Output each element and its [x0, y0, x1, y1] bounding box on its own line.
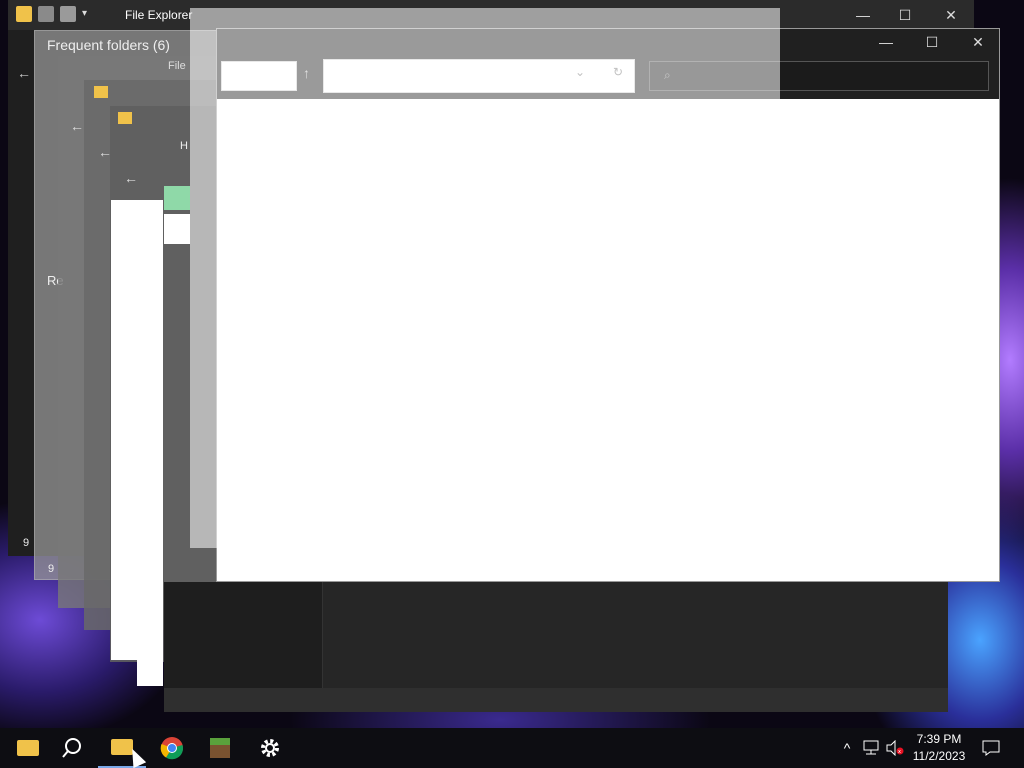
back-arrow-icon[interactable]: ←	[17, 65, 35, 83]
maximize-button[interactable]: ☐	[882, 0, 928, 30]
navigation-pane[interactable]	[164, 582, 323, 688]
ghost-content-pane	[137, 660, 163, 686]
close-button[interactable]: ✕	[955, 27, 1001, 57]
address-snippet: File	[168, 60, 186, 72]
taskbar: ^ x 7:39 PM 11/2/2023	[0, 728, 1024, 768]
taskbar-clock[interactable]: 7:39 PM 11/2/2023	[905, 731, 973, 765]
minimize-button[interactable]: —	[863, 27, 909, 57]
maximize-button[interactable]: ☐	[909, 27, 955, 57]
explorer-lower-pane	[164, 582, 948, 712]
folder-icon	[94, 86, 108, 98]
header-snippet: H	[180, 140, 188, 152]
taskbar-file-explorer-pinned[interactable]	[4, 728, 52, 768]
document-icon[interactable]	[60, 6, 76, 22]
network-icon[interactable]	[860, 728, 882, 768]
dropdown-icon[interactable]: ▾	[82, 6, 92, 22]
ghost-content-pane	[164, 214, 190, 244]
quick-access-toolbar: ▾	[16, 6, 92, 22]
section-heading: Frequent folders (6)	[47, 37, 170, 53]
notification-icon	[982, 740, 1000, 756]
back-arrow-icon[interactable]: ←	[70, 118, 84, 134]
action-center-button[interactable]	[980, 728, 1002, 768]
status-text: 9	[23, 537, 30, 549]
folder-icon	[17, 740, 39, 756]
chevron-up-icon[interactable]: ^	[838, 728, 856, 768]
volume-muted-icon[interactable]: x	[884, 728, 906, 768]
ghost-window-overlay	[190, 8, 780, 548]
horizontal-scrollbar[interactable]	[164, 688, 948, 712]
checkmark-icon[interactable]	[38, 6, 54, 22]
volume-muted-icon: x	[886, 740, 904, 756]
window-title: File Explorer	[125, 8, 193, 22]
close-button[interactable]: ✕	[928, 0, 974, 30]
folder-icon	[118, 112, 132, 124]
svg-text:x: x	[898, 749, 901, 755]
ghost-content-pane	[111, 200, 163, 660]
folder-icon	[16, 6, 32, 22]
back-arrow-icon[interactable]: ←	[124, 170, 138, 186]
taskbar-minecraft[interactable]	[196, 728, 244, 768]
search-icon	[62, 738, 81, 758]
network-icon	[863, 740, 879, 755]
taskbar-chrome[interactable]	[148, 728, 196, 768]
status-text: 9	[48, 563, 55, 575]
minecraft-icon	[210, 738, 230, 758]
clock-time: 7:39 PM	[916, 732, 962, 746]
gear-icon	[261, 739, 279, 757]
minimize-button[interactable]: —	[840, 0, 886, 30]
clock-date: 11/2/2023	[912, 749, 966, 763]
chrome-icon	[160, 737, 184, 760]
taskbar-search-button[interactable]	[48, 728, 96, 768]
ghost-selection	[164, 186, 190, 210]
taskbar-settings[interactable]	[246, 728, 294, 768]
